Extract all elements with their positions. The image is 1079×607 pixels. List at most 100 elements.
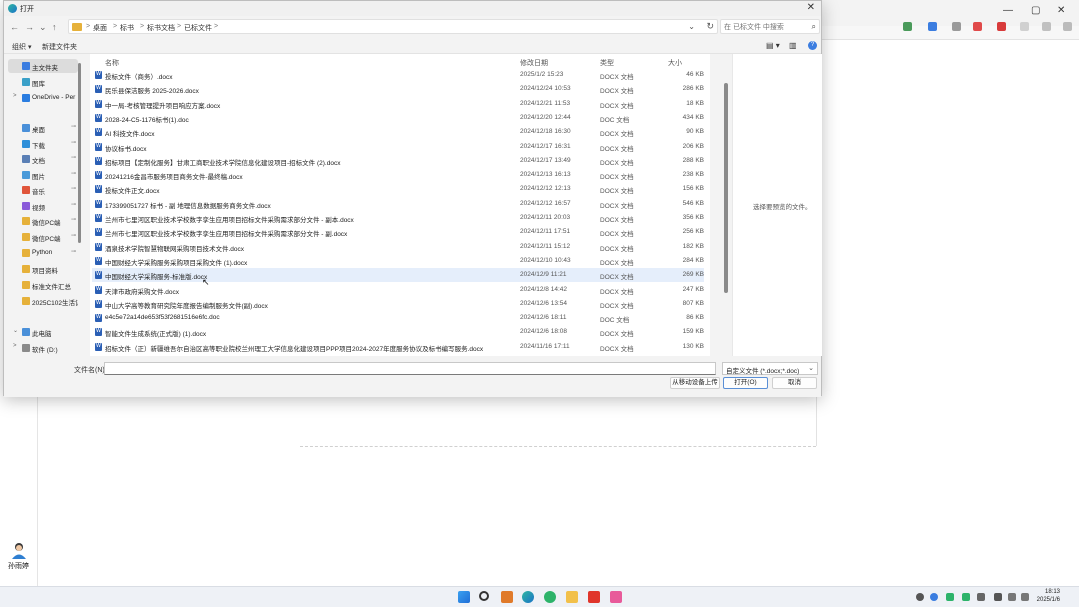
taskbar-clock[interactable]: 18:13 2025/1/6 (1036, 588, 1060, 604)
extension-icon[interactable] (952, 22, 961, 31)
file-row[interactable]: 协议标书.docx 2024/12/17 16:31 DOCX 文档 206 KB (92, 140, 704, 154)
extension-icon[interactable] (928, 22, 937, 31)
file-row[interactable]: 兰州市七里河区职业技术学校数字孪生应用项目招标文件采购需求部分文件 - 副本.d… (92, 211, 704, 225)
minimize-button[interactable]: — (1003, 5, 1013, 16)
filename-input[interactable] (104, 362, 716, 375)
extension-icon[interactable] (903, 22, 912, 31)
address-bar[interactable]: > 桌面 > 标书 > 标书文档 > 已标文件 > ⌄ ↻ (68, 19, 718, 34)
input-method-icon[interactable] (994, 593, 1002, 601)
file-row[interactable]: 2028-24-C5-1176标书(1).doc 2024/12/20 12:44… (92, 111, 704, 125)
nav-item[interactable]: 图片 ⊸ (8, 168, 78, 182)
upload-from-device-button[interactable]: 从移动设备上传 (670, 377, 720, 389)
nav-item[interactable]: ⌄ 此电脑 (8, 325, 78, 339)
file-row[interactable]: 招标项目【定制化服务】甘肃工商职业技术学院信息化建设项目-招标文件 (2).do… (92, 154, 704, 168)
column-header-date[interactable]: 修改日期 (520, 58, 548, 68)
extension-icon[interactable] (997, 22, 1006, 31)
file-row[interactable]: 民乐县保洁服务 2025-2026.docx 2024/12/24 10:53 DO… (92, 82, 704, 96)
nav-item[interactable]: > 软件 (D:) (8, 341, 78, 355)
back-arrow-icon[interactable]: ← (10, 22, 19, 32)
up-arrow-icon[interactable]: ↑ (52, 22, 57, 32)
wifi-icon[interactable] (1008, 593, 1016, 601)
wps-icon[interactable] (588, 591, 600, 603)
file-row[interactable]: 兰州市七里河区职业技术学校数字孪生应用项目招标文件采购需求部分文件 - 副.do… (92, 225, 704, 239)
view-options-icon[interactable]: ▤ ▾ (766, 41, 780, 50)
file-row[interactable]: e4c5e72a14de653f53f2681516e6fc.doc 2024/1… (92, 311, 704, 325)
file-list-scrollbar[interactable] (724, 83, 728, 293)
file-row[interactable]: 酒泉技术学院智慧物联网采购项目技术文件.docx 2024/12/11 15:12… (92, 240, 704, 254)
profile-icon[interactable] (1042, 22, 1051, 31)
nav-item[interactable]: 2025C102生活记 (8, 294, 78, 308)
breadcrumb-item[interactable]: 标书 (120, 23, 134, 33)
search-icon[interactable]: ⌕ (812, 22, 816, 32)
search-icon[interactable] (479, 591, 489, 601)
nav-item[interactable]: 下载 ⊸ (8, 137, 78, 151)
file-explorer-icon[interactable] (566, 591, 578, 603)
nav-item[interactable]: 微信PC端 ⊸ (8, 214, 78, 228)
nav-item[interactable]: 图库 (8, 75, 78, 89)
navigation-scrollbar[interactable] (78, 63, 81, 243)
user-avatar-icon[interactable] (10, 541, 28, 559)
file-row[interactable]: 招标文件（正）新疆维吾尔自治区高等职业院校兰州理工大学信息化建设项目PPP项目2… (92, 340, 704, 354)
tray-icon[interactable] (916, 593, 924, 601)
dialog-close-button[interactable]: ✕ (807, 2, 815, 13)
nav-item[interactable]: Python ⊸ (8, 246, 78, 260)
nav-item[interactable]: > OneDrive - Per (8, 91, 78, 105)
column-header-type[interactable]: 类型 (600, 58, 614, 68)
file-row[interactable]: 中国财经大学采购服务采购项目采购文件 (1).docx 2024/12/10 10… (92, 254, 704, 268)
breadcrumb-item[interactable]: 桌面 (93, 23, 107, 33)
nav-item[interactable]: 音乐 ⊸ (8, 183, 78, 197)
more-icon[interactable] (1063, 22, 1072, 31)
file-row[interactable]: 投标文件（商务）.docx 2025/1/2 15:23 DOCX 文档 46 KB (92, 68, 704, 82)
recent-locations-chevron-icon[interactable]: ⌄ (39, 22, 47, 33)
nav-item[interactable]: 标准文件汇总 (8, 278, 78, 292)
file-row[interactable]: 中山大学高等教育研究院年度报告编制服务文件(副).docx 2024/12/6 1… (92, 297, 704, 311)
organize-button[interactable]: 组织 ▾ (12, 42, 31, 52)
volume-icon[interactable] (1021, 593, 1029, 601)
help-icon[interactable]: ? (808, 41, 817, 50)
chevron-icon[interactable]: ⌄ (13, 327, 18, 334)
column-header-size[interactable]: 大小 (668, 58, 682, 68)
forward-arrow-icon[interactable]: → (25, 22, 34, 32)
nav-item[interactable]: 视频 ⊸ (8, 199, 78, 213)
app-icon[interactable] (501, 591, 513, 603)
pdf-app-icon[interactable] (610, 591, 622, 603)
address-dropdown-chevron-icon[interactable]: ⌄ (688, 22, 695, 31)
tray-icon[interactable] (930, 593, 938, 601)
preview-pane-icon[interactable]: ▥ (789, 41, 797, 50)
file-row[interactable]: 投标文件正文.docx 2024/12/12 12:13 DOCX 文档 156 KB (92, 182, 704, 196)
file-type-filter[interactable]: 自定义文件 (*.docx;*.doc) ⌄ (722, 362, 818, 375)
search-input[interactable] (724, 22, 804, 32)
search-box[interactable]: ⌕ (720, 19, 820, 34)
edge-browser-icon[interactable] (522, 591, 534, 603)
file-row[interactable]: AI 科技文件.docx 2024/12/18 16:30 DOCX 文档 90 KB (92, 125, 704, 139)
breadcrumb-item[interactable]: 标书文档 (147, 23, 175, 33)
nav-item[interactable]: 项目资料 (8, 262, 78, 276)
file-row[interactable]: 中国财经大学采购服务-标准版.docx 2024/12/9 11:21 DOCX 文… (92, 268, 704, 283)
new-folder-button[interactable]: 新建文件夹 (42, 42, 77, 52)
extension-icon[interactable] (973, 22, 982, 31)
file-row[interactable]: 天津市政府采购文件.docx 2024/12/8 14:42 DOCX 文档 247 … (92, 283, 704, 297)
maximize-button[interactable]: ▢ (1031, 5, 1040, 16)
chevron-icon[interactable]: > (13, 93, 17, 99)
file-row[interactable]: 173399051727 标书 - 副 地理信息数据服务商务文件.docx 202… (92, 197, 704, 211)
nav-item[interactable]: 桌面 ⊸ (8, 121, 78, 135)
nav-item[interactable]: 文档 ⊸ (8, 152, 78, 166)
chevron-icon[interactable]: > (13, 343, 17, 349)
breadcrumb-item[interactable]: 已标文件 (184, 23, 212, 33)
start-icon[interactable] (458, 591, 470, 603)
open-button[interactable]: 打开(O) (723, 377, 768, 389)
file-row[interactable]: 20241216金昌市服务项目商务文件-最终稿.docx 2024/12/13 1… (92, 168, 704, 182)
tray-icon[interactable] (946, 593, 954, 601)
file-row[interactable]: 中一局-考核管理提升项目响应方案.docx 2024/12/21 11:53 DOC… (92, 97, 704, 111)
tray-icon[interactable] (977, 593, 985, 601)
cancel-button[interactable]: 取消 (772, 377, 817, 389)
nav-item[interactable]: 主文件夹 (8, 59, 78, 73)
tray-icon[interactable] (962, 593, 970, 601)
wechat-icon[interactable] (544, 591, 556, 603)
file-row[interactable]: 智能文件生成系统(正式版) (1).docx 2024/12/6 18:08 DOC… (92, 325, 704, 339)
close-window-button[interactable]: ✕ (1057, 5, 1065, 16)
nav-item[interactable]: 微信PC端 ⊸ (8, 230, 78, 244)
refresh-icon[interactable]: ↻ (706, 21, 714, 32)
column-header-name[interactable]: 名称 (105, 58, 119, 68)
extension-icon[interactable] (1020, 22, 1029, 31)
